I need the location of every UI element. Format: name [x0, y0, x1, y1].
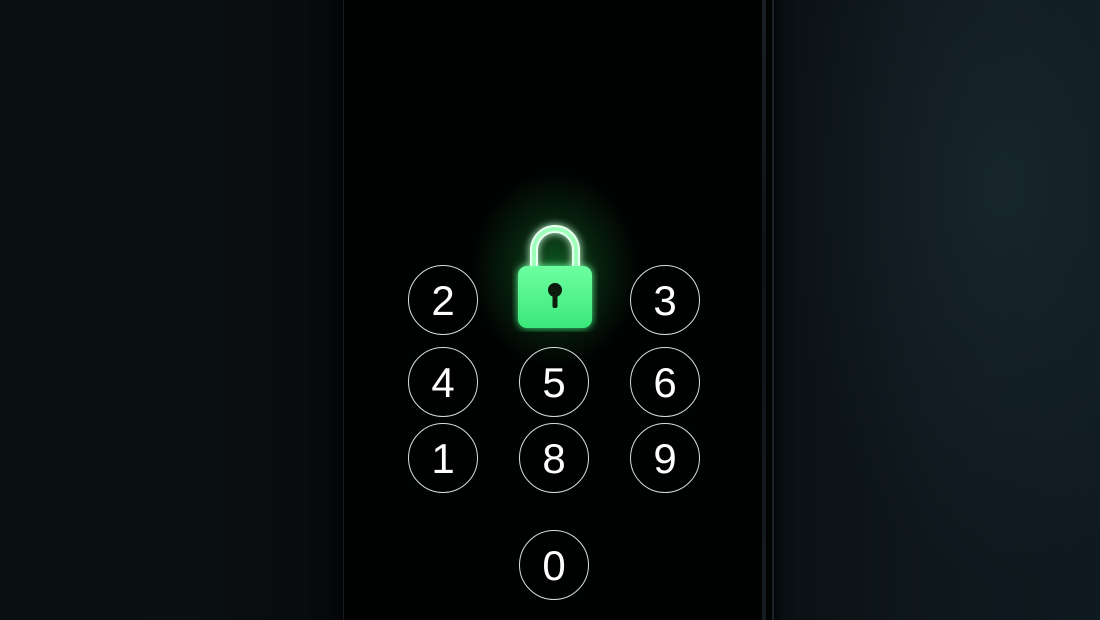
- keypad-key-1[interactable]: 1: [408, 423, 478, 493]
- keypad-key-3[interactable]: 3: [630, 265, 700, 335]
- keypad-key-9[interactable]: 9: [630, 423, 700, 493]
- padlock-icon: [512, 218, 598, 332]
- keypad-key-0[interactable]: 0: [519, 530, 589, 600]
- key-label: 2: [431, 276, 455, 324]
- key-label: 4: [431, 358, 455, 406]
- key-label: 3: [653, 276, 677, 324]
- key-label: 6: [653, 358, 677, 406]
- keypad-key-8[interactable]: 8: [519, 423, 589, 493]
- keypad-key-4[interactable]: 4: [408, 347, 478, 417]
- keypad-key-2[interactable]: 2: [408, 265, 478, 335]
- lock-screen-scene: 2 3 4 5 6 1 8 9 0: [0, 0, 1100, 620]
- phone-edge: [762, 0, 766, 620]
- background-left: [0, 0, 345, 620]
- keypad-key-6[interactable]: 6: [630, 347, 700, 417]
- key-label: 8: [542, 434, 566, 482]
- keypad-key-5[interactable]: 5: [519, 347, 589, 417]
- key-label: 5: [542, 358, 566, 406]
- key-label: 1: [431, 434, 455, 482]
- background-right: [770, 0, 1100, 620]
- key-label: 0: [542, 541, 566, 589]
- key-label: 9: [653, 434, 677, 482]
